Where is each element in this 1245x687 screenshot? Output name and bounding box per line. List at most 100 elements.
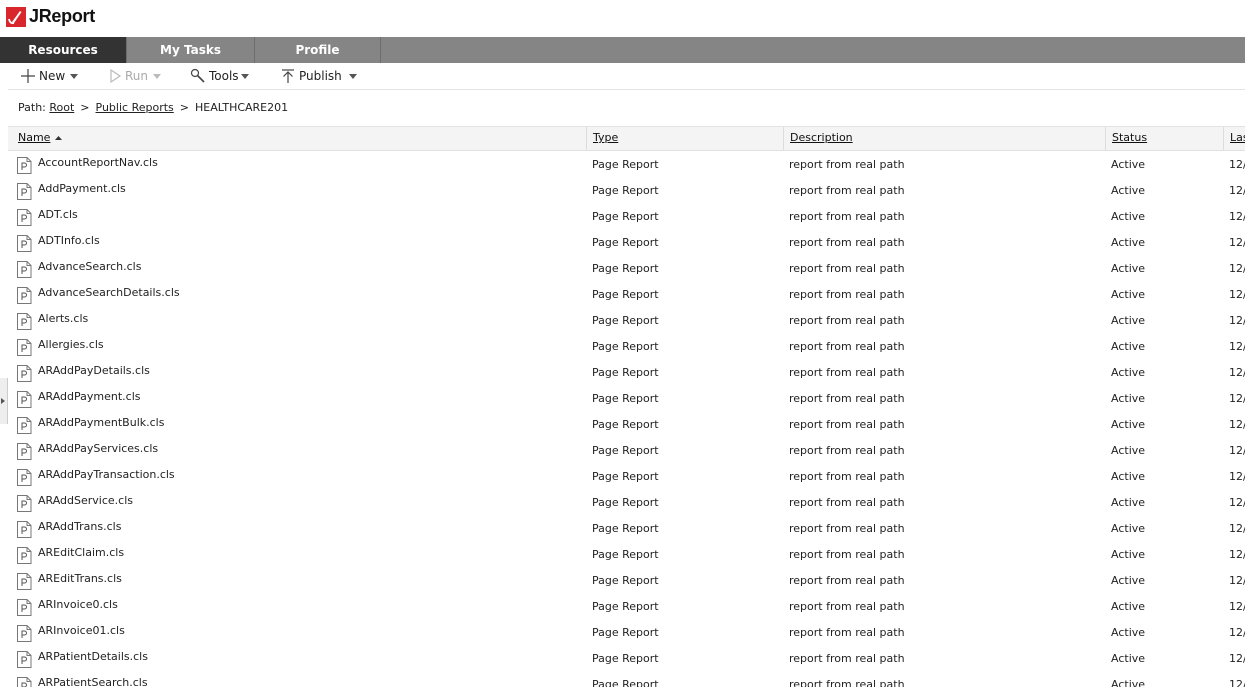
column-header-last-modified[interactable]: Las	[1223, 127, 1245, 150]
cell-last-modified: 12/	[1229, 184, 1245, 197]
page-report-icon	[17, 390, 32, 408]
table-row[interactable]: AccountReportNav.cls Page Report report …	[8, 151, 1245, 177]
cell-last-modified: 12/	[1229, 288, 1245, 301]
column-header-type[interactable]: Type	[586, 127, 783, 150]
cell-name: ARAddService.cls	[16, 489, 576, 515]
table-row[interactable]: ARInvoice01.cls Page Report report from …	[8, 619, 1245, 645]
chevron-down-icon	[153, 73, 162, 79]
table-row[interactable]: AdvanceSearch.cls Page Report report fro…	[8, 255, 1245, 281]
cell-name: ADTInfo.cls	[16, 229, 576, 255]
sort-ascending-icon	[55, 136, 63, 140]
file-name-link[interactable]: AdvanceSearchDetails.cls	[38, 286, 180, 299]
page-report-icon	[17, 468, 32, 486]
breadcrumb-root-link[interactable]: Root	[49, 101, 74, 114]
file-name-link[interactable]: ARAddPayTransaction.cls	[38, 468, 175, 481]
cell-status: Active	[1111, 626, 1146, 639]
cell-name: ARPatientDetails.cls	[16, 645, 576, 671]
cell-last-modified: 12/	[1229, 548, 1245, 561]
table-row[interactable]: ADTInfo.cls Page Report report from real…	[8, 229, 1245, 255]
file-name-link[interactable]: ARInvoice0.cls	[38, 598, 118, 611]
column-header-status[interactable]: Status	[1105, 127, 1223, 150]
cell-type: Page Report	[592, 340, 659, 353]
run-button[interactable]: Run	[108, 63, 162, 89]
tab-my-tasks[interactable]: My Tasks	[126, 37, 254, 63]
file-name-link[interactable]: ARPatientDetails.cls	[38, 650, 148, 663]
cell-status: Active	[1111, 262, 1146, 275]
table-row[interactable]: ARAddPayTransaction.cls Page Report repo…	[8, 463, 1245, 489]
cell-type: Page Report	[592, 314, 659, 327]
table-row[interactable]: ARPatientDetails.cls Page Report report …	[8, 645, 1245, 671]
page-report-icon	[17, 650, 32, 668]
app-logo[interactable]: JReport	[6, 6, 95, 27]
file-name-link[interactable]: ARAddPayDetails.cls	[38, 364, 150, 377]
table-row[interactable]: ARAddPayment.cls Page Report report from…	[8, 385, 1245, 411]
file-name-link[interactable]: ARAddPaymentBulk.cls	[38, 416, 164, 429]
table-row[interactable]: ADT.cls Page Report report from real pat…	[8, 203, 1245, 229]
cell-name: ARInvoice01.cls	[16, 619, 576, 645]
file-name-link[interactable]: ARAddPayServices.cls	[38, 442, 158, 455]
cell-name: ARAddPayServices.cls	[16, 437, 576, 463]
table-row[interactable]: ARPatientSearch.cls Page Report report f…	[8, 671, 1245, 687]
table-row[interactable]: AREditTrans.cls Page Report report from …	[8, 567, 1245, 593]
breadcrumb-public-reports-link[interactable]: Public Reports	[96, 101, 174, 114]
file-name-link[interactable]: AddPayment.cls	[38, 182, 126, 195]
table-row[interactable]: Allergies.cls Page Report report from re…	[8, 333, 1245, 359]
play-icon	[110, 68, 122, 84]
chevron-down-icon	[70, 73, 79, 79]
toolbar: New Run Tools Publish	[8, 63, 1245, 89]
file-name-link[interactable]: AREditClaim.cls	[38, 546, 124, 559]
cell-description: report from real path	[789, 678, 905, 687]
table-row[interactable]: ARAddPayServices.cls Page Report report …	[8, 437, 1245, 463]
cell-description: report from real path	[789, 158, 905, 171]
cell-name: AREditClaim.cls	[16, 541, 576, 567]
table-row[interactable]: Alerts.cls Page Report report from real …	[8, 307, 1245, 333]
cell-type: Page Report	[592, 600, 659, 613]
page-report-icon	[17, 156, 32, 174]
cell-status: Active	[1111, 574, 1146, 587]
file-name-link[interactable]: AccountReportNav.cls	[38, 156, 158, 169]
side-panel-toggle[interactable]	[0, 378, 8, 424]
cell-last-modified: 12/	[1229, 600, 1245, 613]
column-header-status-label: Status	[1112, 131, 1148, 144]
table-row[interactable]: AddPayment.cls Page Report report from r…	[8, 177, 1245, 203]
page-report-icon	[17, 546, 32, 564]
cell-type: Page Report	[592, 210, 659, 223]
file-name-link[interactable]: ADTInfo.cls	[38, 234, 100, 247]
file-name-link[interactable]: AREditTrans.cls	[38, 572, 122, 585]
table-row[interactable]: ARAddPayDetails.cls Page Report report f…	[8, 359, 1245, 385]
cell-name: Allergies.cls	[16, 333, 576, 359]
file-name-link[interactable]: ARInvoice01.cls	[38, 624, 125, 637]
cell-description: report from real path	[789, 314, 905, 327]
page-report-icon	[17, 364, 32, 382]
file-name-link[interactable]: ARAddService.cls	[38, 494, 133, 507]
table-row[interactable]: ARAddTrans.cls Page Report report from r…	[8, 515, 1245, 541]
cell-name: ARAddPayment.cls	[16, 385, 576, 411]
table-row[interactable]: ARAddService.cls Page Report report from…	[8, 489, 1245, 515]
tab-profile[interactable]: Profile	[254, 37, 381, 63]
table-row[interactable]: ARInvoice0.cls Page Report report from r…	[8, 593, 1245, 619]
tab-resources[interactable]: Resources	[0, 37, 126, 63]
table-row[interactable]: AREditClaim.cls Page Report report from …	[8, 541, 1245, 567]
publish-button[interactable]: Publish	[280, 63, 357, 89]
breadcrumb: Path: Root > Public Reports > HEALTHCARE201	[18, 101, 288, 114]
table-row[interactable]: AdvanceSearchDetails.cls Page Report rep…	[8, 281, 1245, 307]
cell-last-modified: 12/	[1229, 262, 1245, 275]
file-name-link[interactable]: ARAddTrans.cls	[38, 520, 121, 533]
column-header-name[interactable]: Name	[18, 127, 586, 150]
table-row[interactable]: ARAddPaymentBulk.cls Page Report report …	[8, 411, 1245, 437]
cell-status: Active	[1111, 548, 1146, 561]
tools-button[interactable]: Tools	[190, 63, 249, 89]
file-name-link[interactable]: ARPatientSearch.cls	[38, 676, 148, 687]
cell-description: report from real path	[789, 184, 905, 197]
file-name-link[interactable]: Alerts.cls	[38, 312, 88, 325]
cell-name: AddPayment.cls	[16, 177, 576, 203]
new-button[interactable]: New	[20, 63, 79, 89]
cell-last-modified: 12/	[1229, 496, 1245, 509]
cell-type: Page Report	[592, 574, 659, 587]
file-name-link[interactable]: Allergies.cls	[38, 338, 104, 351]
file-name-link[interactable]: ADT.cls	[38, 208, 78, 221]
file-name-link[interactable]: ARAddPayment.cls	[38, 390, 141, 403]
cell-status: Active	[1111, 678, 1146, 687]
column-header-description[interactable]: Description	[783, 127, 1105, 150]
file-name-link[interactable]: AdvanceSearch.cls	[38, 260, 141, 273]
